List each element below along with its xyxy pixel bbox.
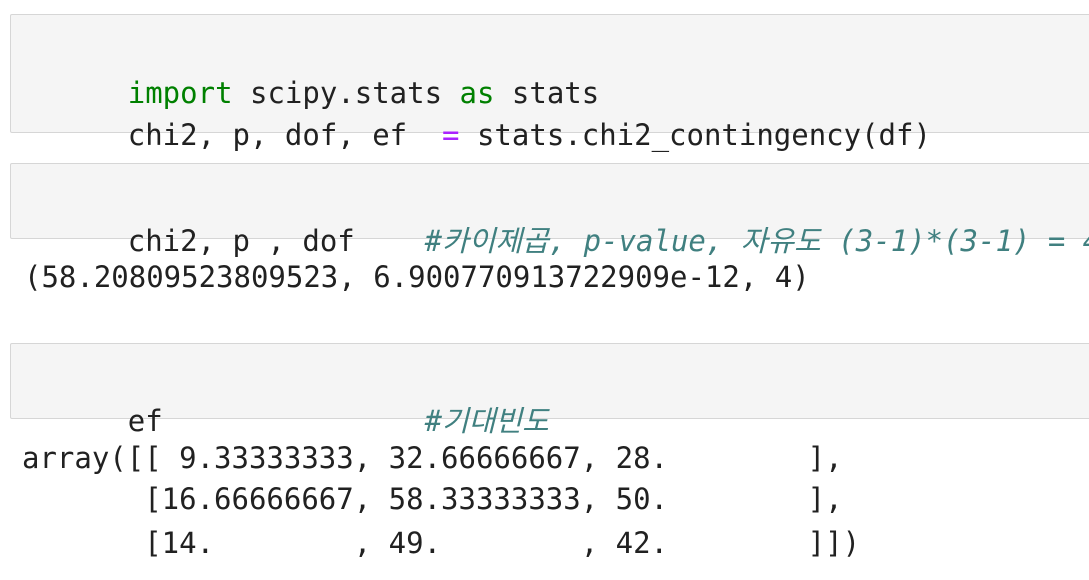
code-comment: #기대빈도: [424, 404, 549, 438]
code-cell-import[interactable]: import scipy.stats as stats chi2, p, dof…: [10, 14, 1089, 152]
code-cell-expected[interactable]: ef #기대빈도: [10, 343, 1089, 438]
output-array-line: [14. , 49. , 42. ]]): [22, 526, 861, 560]
code-text: ef: [127, 404, 425, 438]
code-line-import: import scipy.stats as stats: [23, 33, 599, 110]
code-line-contingency: chi2, p, dof, ef = stats.chi2_contingenc…: [23, 75, 931, 152]
code-line-expected: ef #기대빈도: [23, 361, 549, 438]
code-text: chi2, p, dof, ef: [127, 118, 443, 152]
notebook: import scipy.stats as stats chi2, p, dof…: [0, 0, 1089, 580]
output-array-line: [16.66666667, 58.33333333, 50. ],: [22, 482, 843, 516]
code-text: stats.chi2_contingency(df): [459, 118, 931, 152]
code-comment: #카이제곱, p-value, 자유도 (3-1)*(3-1) = 4: [424, 224, 1089, 258]
output-array-line: array([[ 9.33333333, 32.66666667, 28. ],: [22, 441, 843, 475]
code-line-results: chi2, p , dof #카이제곱, p-value, 자유도 (3-1)*…: [23, 181, 1089, 258]
code-cell-results[interactable]: chi2, p , dof #카이제곱, p-value, 자유도 (3-1)*…: [10, 163, 1089, 258]
output-results: (58.20809523809523, 6.900770913722909e-1…: [24, 260, 810, 294]
operator-equals: =: [442, 118, 460, 152]
code-text: chi2, p , dof: [127, 224, 425, 258]
